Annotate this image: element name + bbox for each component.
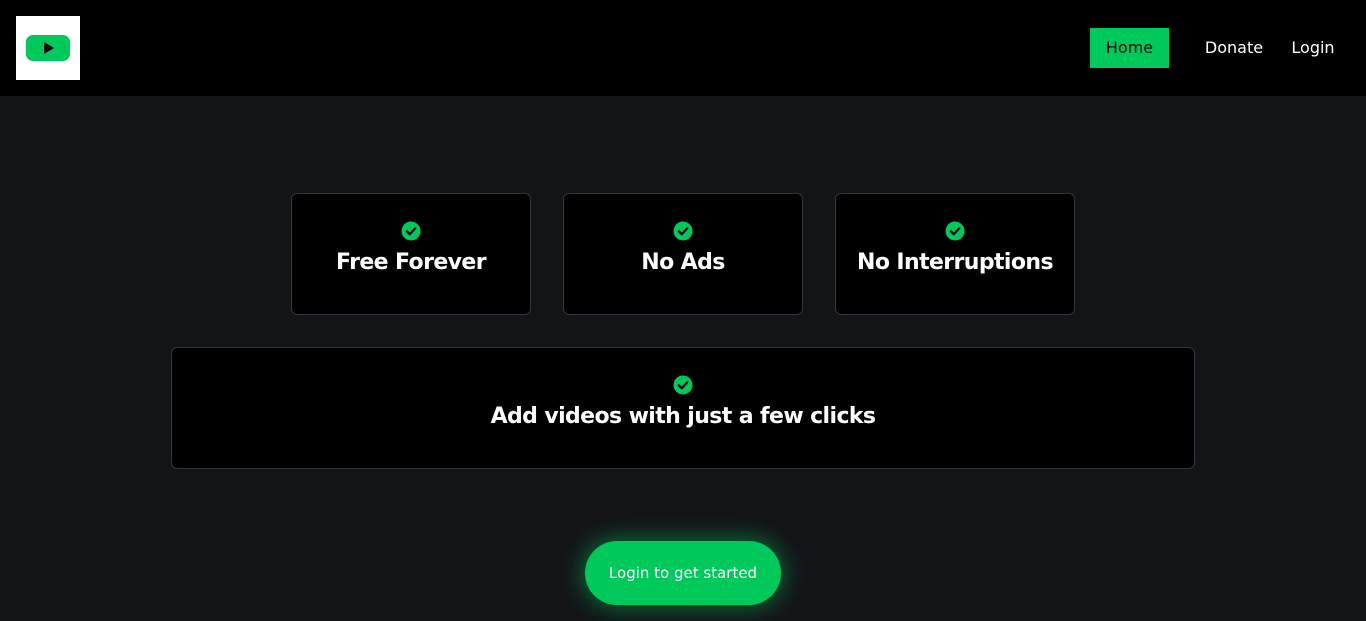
login-cta-button[interactable]: Login to get started bbox=[585, 541, 781, 605]
feature-title: No Interruptions bbox=[857, 250, 1054, 275]
feature-card-add-videos: Add videos with just a few clicks bbox=[171, 347, 1195, 469]
feature-card-free-forever: Free Forever bbox=[291, 193, 531, 315]
feature-card-no-ads: No Ads bbox=[563, 193, 803, 315]
check-circle-icon bbox=[945, 221, 965, 241]
nav-login-link[interactable]: Login bbox=[1288, 28, 1338, 68]
feature-title: No Ads bbox=[641, 250, 725, 275]
play-button-icon bbox=[26, 35, 70, 61]
feature-title: Add videos with just a few clicks bbox=[490, 404, 876, 429]
feature-card-no-interruptions: No Interruptions bbox=[835, 193, 1075, 315]
logo[interactable] bbox=[16, 16, 80, 80]
feature-title: Free Forever bbox=[336, 250, 487, 275]
check-circle-icon bbox=[401, 221, 421, 241]
check-circle-icon bbox=[673, 221, 693, 241]
nav-donate-link[interactable]: Donate bbox=[1200, 28, 1268, 68]
check-circle-icon bbox=[673, 375, 693, 395]
site-header: Home Donate Login bbox=[0, 0, 1366, 96]
nav-home-link[interactable]: Home bbox=[1090, 28, 1169, 68]
